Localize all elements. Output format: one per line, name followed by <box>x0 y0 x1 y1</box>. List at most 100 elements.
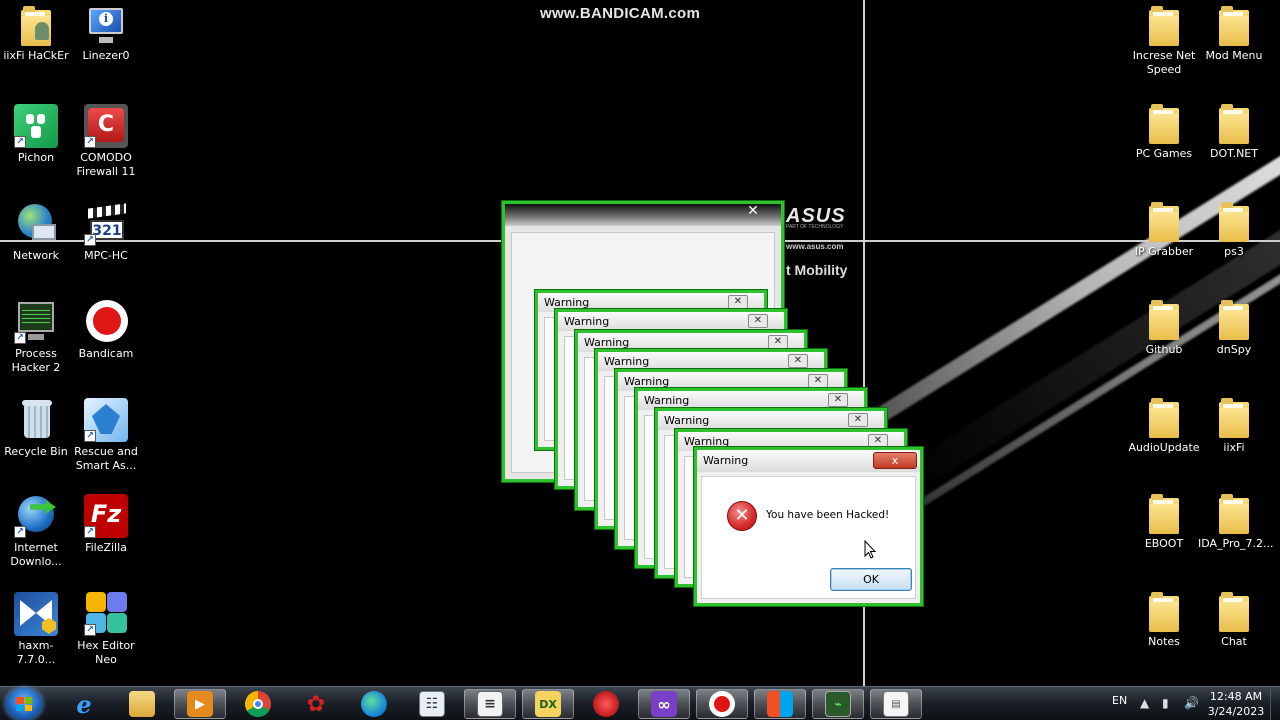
asus-tagline: PART OF TECHNOLOGY <box>786 224 844 230</box>
folder-icon <box>1149 6 1179 46</box>
window-titlebar[interactable]: Warning ✕ <box>658 411 884 430</box>
dialog-body: ✕ You have been Hacked! OK <box>701 476 916 599</box>
desktop-icon-label: Pichon <box>17 151 55 164</box>
taskbar-task-switcher[interactable]: ☷ <box>406 689 458 719</box>
taskbar-avira[interactable] <box>580 689 632 719</box>
desktop-icon-label: PC Games <box>1135 147 1193 160</box>
windows-logo-icon <box>16 697 32 711</box>
haxm-installer-icon <box>14 592 58 636</box>
desktop-folder-audioupdate[interactable]: AudioUpdate <box>1128 398 1200 455</box>
desktop-folder-github[interactable]: Github <box>1128 300 1200 357</box>
desktop-folder-eboot[interactable]: EBOOT <box>1128 494 1200 551</box>
hacked-warning-dialog[interactable]: Warning x ✕ You have been Hacked! OK <box>694 447 923 606</box>
taskbar-bandicam[interactable] <box>696 689 748 719</box>
window-title: Warning <box>664 414 710 427</box>
desktop-folder-chat[interactable]: Chat <box>1198 592 1270 649</box>
desktop-icon-label: Mod Menu <box>1205 49 1263 62</box>
desktop-folder-iixfi[interactable]: iixFi <box>1198 398 1270 455</box>
desktop-icon-label: Bandicam <box>78 347 134 360</box>
desktop-icon-label: Notes <box>1148 635 1180 648</box>
desktop-folder-ps3[interactable]: ps3 <box>1198 202 1270 259</box>
windows-tiles-icon <box>767 691 793 717</box>
desktop-icon-recycle-bin[interactable]: Recycle Bin <box>0 398 72 459</box>
close-icon[interactable]: ✕ <box>848 413 868 427</box>
desktop-folder-pc-games[interactable]: PC Games <box>1128 104 1200 161</box>
internet-explorer-icon: e <box>76 689 92 719</box>
desktop-folder-dotnet[interactable]: DOT.NET <box>1198 104 1270 161</box>
desktop-folder-notes[interactable]: Notes <box>1128 592 1200 649</box>
close-icon[interactable]: ✕ <box>868 434 888 448</box>
desktop-icon-haxm[interactable]: haxm-7.7.0... <box>0 592 72 667</box>
desktop-icon-label: FileZilla <box>85 541 127 554</box>
window-titlebar[interactable]: Warning ✕ <box>558 312 784 331</box>
clock-date: 3/24/2023 <box>1207 705 1265 718</box>
bandicam-icon <box>84 300 128 344</box>
desktop-icon-process-hacker[interactable]: ↗ Process Hacker 2 <box>0 300 72 375</box>
taskbar-edge[interactable] <box>348 689 400 719</box>
desktop-icon-bandicam[interactable]: Bandicam <box>70 300 142 361</box>
desktop-icon-label: Github <box>1145 343 1183 356</box>
close-icon[interactable]: ✕ <box>728 295 748 309</box>
desktop-icon-mpc-hc[interactable]: 321 ↗ MPC-HC <box>70 202 142 263</box>
notepad-icon: ≡ <box>477 691 503 717</box>
desktop-folder-dnspy[interactable]: dnSpy <box>1198 300 1270 357</box>
desktop-icon-rescue[interactable]: ↗ Rescue and Smart As... <box>70 398 142 473</box>
start-button[interactable] <box>6 688 42 720</box>
desktop-icon-linezer0[interactable]: i Linezer0 <box>70 6 142 63</box>
desktop-folder-ip-grabber[interactable]: IP Grabber <box>1128 202 1200 259</box>
taskbar-process-monitor[interactable]: ⌁ <box>812 689 864 719</box>
desktop-icon-label: EBOOT <box>1144 537 1184 550</box>
folder-icon <box>1149 592 1179 632</box>
taskbar-file-explorer[interactable] <box>116 689 168 719</box>
dialog-titlebar[interactable]: Warning x <box>697 450 920 472</box>
folder-icon <box>1219 6 1249 46</box>
close-icon[interactable]: ✕ <box>743 204 763 219</box>
dxd-icon: DX <box>535 691 561 717</box>
taskbar-internet-explorer[interactable]: e <box>58 689 110 719</box>
desktop-folder-mod-menu[interactable]: Mod Menu <box>1198 6 1270 63</box>
system-clock[interactable]: 12:48 AM 3/24/2023 <box>1204 689 1268 719</box>
desktop-folder-increse-net-speed[interactable]: Increse Net Speed <box>1128 6 1200 77</box>
desktop-icon-pichon[interactable]: ↗ Pichon <box>0 104 72 165</box>
close-button[interactable]: x <box>873 452 917 469</box>
folder-icon <box>1149 494 1179 534</box>
desktop-icon-comodo-firewall[interactable]: C ↗ COMODO Firewall 11 <box>70 104 142 179</box>
comodo-icon: C ↗ <box>84 104 128 148</box>
taskbar-notepad[interactable]: ≡ <box>464 689 516 719</box>
desktop-icon-internet-download-manager[interactable]: ↗ Internet Downlo... <box>0 494 72 569</box>
folder-icon <box>1219 494 1249 534</box>
desktop-icon-label: iixFi HaCkEr <box>3 49 69 62</box>
taskbar-media-player[interactable]: ▶ <box>174 689 226 719</box>
taskbar-fidget-app[interactable]: ✿ <box>290 689 342 719</box>
ok-button[interactable]: OK <box>830 568 912 591</box>
desktop-icon-label: IDA_Pro_7.2... <box>1198 537 1274 550</box>
process-monitor-icon: ⌁ <box>825 691 851 717</box>
window-title: Warning <box>624 375 670 388</box>
network-tray-icon[interactable]: ▮ <box>1162 696 1169 710</box>
close-icon[interactable]: ✕ <box>828 393 848 407</box>
window-titlebar[interactable]: ✕ <box>505 204 781 226</box>
desktop-folder-ida-pro[interactable]: IDA_Pro_7.2... <box>1198 494 1274 551</box>
language-indicator[interactable]: EN <box>1112 694 1127 707</box>
desktop-icon-network[interactable]: Network <box>0 202 72 263</box>
desktop-icon-iixfi-hacker[interactable]: iixFi HaCkEr <box>0 6 72 63</box>
taskbar-windows-tiles[interactable] <box>754 689 806 719</box>
close-icon[interactable]: ✕ <box>748 314 768 328</box>
taskbar-chrome[interactable] <box>232 689 284 719</box>
dialog-title: Warning <box>703 454 749 467</box>
desktop-icon-hex-editor-neo[interactable]: ↗ Hex Editor Neo <box>70 592 142 667</box>
desktop-icon-filezilla[interactable]: Fz ↗ FileZilla <box>70 494 142 555</box>
taskbar-dxd[interactable]: DX <box>522 689 574 719</box>
volume-icon[interactable]: 🔊 <box>1184 696 1199 710</box>
window-title: Warning <box>644 394 690 407</box>
bandicam-watermark: www.BANDICAM.com <box>540 5 701 22</box>
show-desktop-button[interactable] <box>1270 687 1280 720</box>
taskbar-dialog-app[interactable]: ▤ <box>870 689 922 719</box>
show-hidden-icons[interactable]: ▲ <box>1140 696 1149 710</box>
close-icon[interactable]: ✕ <box>768 335 788 349</box>
task-switcher-icon: ☷ <box>419 691 445 717</box>
close-icon[interactable]: ✕ <box>808 374 828 388</box>
close-icon[interactable]: ✕ <box>788 354 808 368</box>
desktop-icon-label: haxm-7.7.0... <box>16 639 56 666</box>
taskbar-visual-studio[interactable]: ∞ <box>638 689 690 719</box>
